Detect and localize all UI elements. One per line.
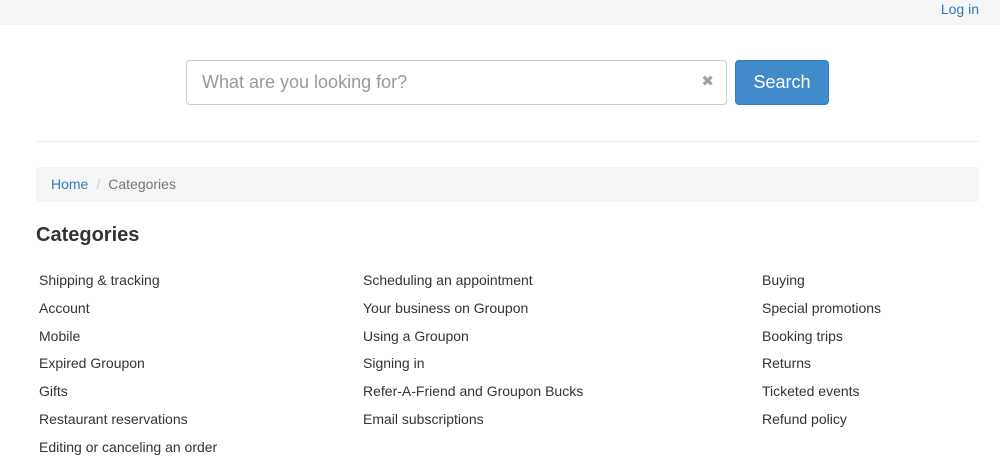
category-column-3: Buying Special promotions Booking trips … xyxy=(762,270,881,437)
breadcrumb-home-link[interactable]: Home xyxy=(51,176,88,192)
category-item: Account xyxy=(39,298,217,326)
category-column-1: Shipping & tracking Account Mobile Expir… xyxy=(39,270,217,465)
breadcrumb-current: Categories xyxy=(108,176,176,192)
category-link-editing-canceling-order[interactable]: Editing or canceling an order xyxy=(39,439,217,455)
category-item: Using a Groupon xyxy=(363,326,583,354)
breadcrumb: Home / Categories xyxy=(36,167,979,202)
category-link-restaurant-reservations[interactable]: Restaurant reservations xyxy=(39,411,188,427)
category-link-special-promotions[interactable]: Special promotions xyxy=(762,300,881,316)
category-link-buying[interactable]: Buying xyxy=(762,272,805,288)
category-item: Scheduling an appointment xyxy=(363,270,583,298)
category-column-2: Scheduling an appointment Your business … xyxy=(363,270,583,437)
category-item: Mobile xyxy=(39,326,217,354)
login-link[interactable]: Log in xyxy=(941,1,979,17)
category-item: Editing or canceling an order xyxy=(39,437,217,465)
search-button[interactable]: Search xyxy=(735,60,829,105)
category-link-ticketed-events[interactable]: Ticketed events xyxy=(762,383,860,399)
category-item: Gifts xyxy=(39,381,217,409)
category-link-refer-a-friend[interactable]: Refer-A-Friend and Groupon Bucks xyxy=(363,383,583,399)
category-item: Returns xyxy=(762,353,881,381)
category-link-account[interactable]: Account xyxy=(39,300,90,316)
category-item: Restaurant reservations xyxy=(39,409,217,437)
top-bar: Log in xyxy=(0,0,1000,25)
category-link-your-business[interactable]: Your business on Groupon xyxy=(363,300,528,316)
category-link-scheduling-appointment[interactable]: Scheduling an appointment xyxy=(363,272,533,288)
category-link-shipping-tracking[interactable]: Shipping & tracking xyxy=(39,272,160,288)
category-item: Signing in xyxy=(363,353,583,381)
search-input[interactable] xyxy=(187,61,687,104)
category-link-using-groupon[interactable]: Using a Groupon xyxy=(363,328,469,344)
category-item: Email subscriptions xyxy=(363,409,583,437)
category-item: Ticketed events xyxy=(762,381,881,409)
category-link-refund-policy[interactable]: Refund policy xyxy=(762,411,847,427)
category-item: Expired Groupon xyxy=(39,353,217,381)
page-title: Categories xyxy=(36,224,140,246)
category-link-returns[interactable]: Returns xyxy=(762,355,811,371)
category-link-expired-groupon[interactable]: Expired Groupon xyxy=(39,355,145,371)
category-item: Your business on Groupon xyxy=(363,298,583,326)
category-link-mobile[interactable]: Mobile xyxy=(39,328,80,344)
category-item: Shipping & tracking xyxy=(39,270,217,298)
category-link-gifts[interactable]: Gifts xyxy=(39,383,68,399)
category-item: Refer-A-Friend and Groupon Bucks xyxy=(363,381,583,409)
category-item: Refund policy xyxy=(762,409,881,437)
divider xyxy=(36,141,979,142)
category-link-email-subscriptions[interactable]: Email subscriptions xyxy=(363,411,484,427)
category-item: Special promotions xyxy=(762,298,881,326)
search-box: ✖ xyxy=(186,60,727,105)
category-link-booking-trips[interactable]: Booking trips xyxy=(762,328,843,344)
clear-icon[interactable]: ✖ xyxy=(701,74,714,90)
breadcrumb-separator: / xyxy=(96,176,101,192)
category-item: Booking trips xyxy=(762,326,881,354)
category-link-signing-in[interactable]: Signing in xyxy=(363,355,425,371)
category-item: Buying xyxy=(762,270,881,298)
